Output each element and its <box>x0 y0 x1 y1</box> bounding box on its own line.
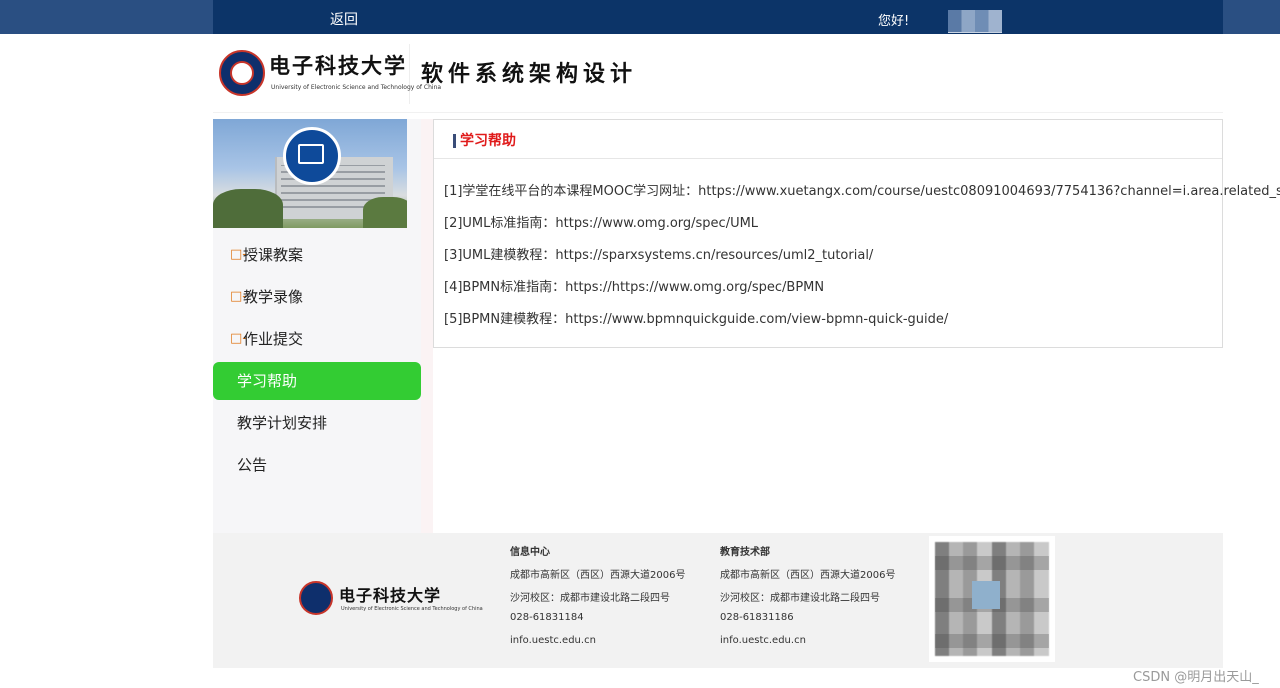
username-redacted <box>948 10 1002 33</box>
tree-shape <box>363 197 407 228</box>
top-bar-edge-right <box>1223 0 1280 34</box>
footer-address: 成都市高新区（西区）西源大道2006号 <box>510 570 686 581</box>
resource-link[interactable]: [3]UML建模教程：https://sparxsystems.cn/resou… <box>444 244 1214 276</box>
university-seal-icon <box>219 50 265 96</box>
back-link[interactable]: 返回 <box>330 9 358 29</box>
sidebar-item-label: 教学录像 <box>243 288 304 306</box>
greeting-text: 您好! <box>878 14 910 29</box>
site-header: 电子科技大学 University of Electronic Science … <box>213 34 1223 113</box>
panel-header: 学习帮助 <box>434 120 1222 159</box>
sidebar-item-lecture-notes[interactable]: □- 授课教案 <box>213 236 421 274</box>
resource-link[interactable]: [1]学堂在线平台的本课程MOOC学习网址：https://www.xuetan… <box>444 180 1280 212</box>
site-title: 软件系统架构设计 <box>421 62 638 87</box>
sidebar: □- 授课教案 □- 教学录像 □- 作业提交 学习帮助 教学计划安排 公告 <box>213 119 421 533</box>
sidebar-nav: □- 授课教案 □- 教学录像 □- 作业提交 学习帮助 教学计划安排 公告 <box>213 236 421 488</box>
footer-address: 沙河校区：成都市建设北路二段四号 <box>510 593 670 604</box>
top-bar-edge-left <box>0 0 213 34</box>
sidebar-item-label: 学习帮助 <box>237 372 298 390</box>
resource-link-list: [1]学堂在线平台的本课程MOOC学习网址：https://www.xuetan… <box>444 180 1280 340</box>
resource-link[interactable]: [2]UML标准指南：https://www.omg.org/spec/UML <box>444 212 1214 244</box>
sidebar-item-label: 授课教案 <box>243 246 304 264</box>
university-logo[interactable]: 电子科技大学 University of Electronic Science … <box>219 44 441 104</box>
resource-link[interactable]: [5]BPMN建模教程：https://www.bpmnquickguide.c… <box>444 308 1214 340</box>
sidebar-item-homework-submit[interactable]: □- 作业提交 <box>213 320 421 358</box>
footer-university-name-en: University of Electronic Science and Tec… <box>341 606 483 612</box>
footer-address: 沙河校区：成都市建设北路二段四号 <box>720 593 880 604</box>
footer-website[interactable]: info.uestc.edu.cn <box>720 635 895 658</box>
top-bar: 返回 您好! <box>0 0 1280 34</box>
footer-heading: 信息中心 <box>510 547 550 558</box>
footer-address: 成都市高新区（西区）西源大道2006号 <box>720 570 896 581</box>
sidebar-divider <box>421 119 433 533</box>
qr-code-center <box>972 581 1000 609</box>
sidebar-item-label: 教学计划安排 <box>237 414 328 432</box>
sidebar-item-announcements[interactable]: 公告 <box>213 446 421 484</box>
online-learning-badge-icon <box>283 127 341 185</box>
footer-edu-tech-dept: 教育技术部 成都市高新区（西区）西源大道2006号 沙河校区：成都市建设北路二段… <box>720 543 895 658</box>
university-name-en: University of Electronic Science and Tec… <box>271 84 442 91</box>
footer-phone: 028-61831184 <box>510 612 584 623</box>
footer-university-name-cn: 电子科技大学 <box>339 586 442 605</box>
qr-code-row <box>935 556 1049 570</box>
sidebar-item-teaching-plan[interactable]: 教学计划安排 <box>213 404 421 442</box>
learning-help-panel: 学习帮助 [1]学堂在线平台的本课程MOOC学习网址：https://www.x… <box>433 119 1280 348</box>
sidebar-item-label: 公告 <box>237 456 268 474</box>
sidebar-item-learning-help[interactable]: 学习帮助 <box>213 362 421 400</box>
university-seal-icon <box>299 581 333 615</box>
footer-phone: 028-61831186 <box>720 612 794 623</box>
csdn-watermark: CSDN @明月出天山_ <box>1133 670 1259 685</box>
campus-image <box>213 119 407 228</box>
footer-info-center: 信息中心 成都市高新区（西区）西源大道2006号 沙河校区：成都市建设北路二段四… <box>510 543 685 658</box>
qr-code-row <box>935 634 1049 648</box>
panel-title: 学习帮助 <box>460 133 516 149</box>
site-footer: 电子科技大学 University of Electronic Science … <box>213 533 1223 668</box>
sidebar-item-lecture-videos[interactable]: □- 教学录像 <box>213 278 421 316</box>
qr-code-redacted <box>929 536 1055 662</box>
resource-link[interactable]: [4]BPMN标准指南：https://https://www.omg.org/… <box>444 276 1214 308</box>
footer-website[interactable]: info.uestc.edu.cn <box>510 635 685 658</box>
sidebar-item-label: 作业提交 <box>243 330 304 348</box>
footer-heading: 教育技术部 <box>720 547 770 558</box>
title-accent-bar <box>453 134 456 148</box>
tree-shape <box>213 189 283 228</box>
university-name-cn: 电子科技大学 <box>269 53 407 78</box>
top-bar-inner <box>213 0 1223 34</box>
